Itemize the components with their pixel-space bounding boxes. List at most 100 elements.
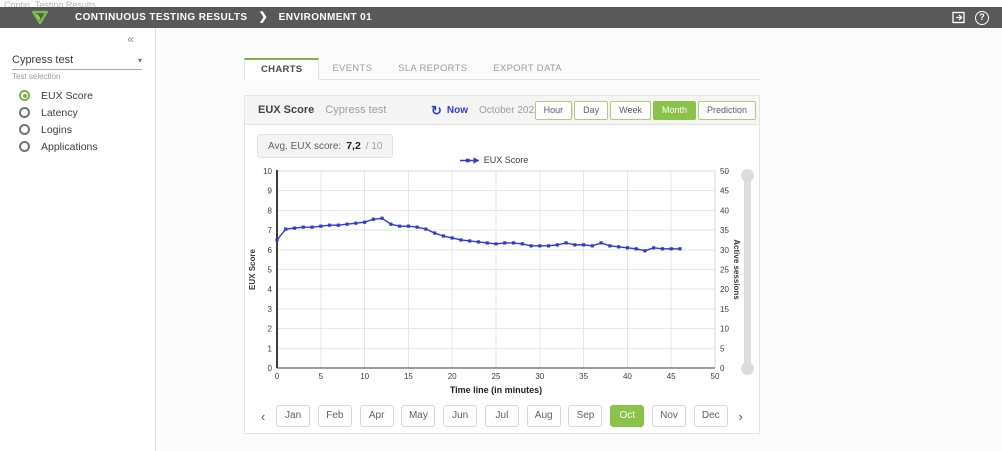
sidebar-collapse-icon[interactable]: « (127, 32, 134, 46)
period-hour-button[interactable]: Hour (535, 101, 573, 120)
svg-text:40: 40 (623, 372, 632, 381)
chart-panel-header: EUX Score Cypress test ↻ Now October 202… (245, 96, 759, 125)
breadcrumb-app-title: CONTINUOUS TESTING RESULTS (75, 12, 247, 23)
chart-panel: EUX Score Cypress test ↻ Now October 202… (244, 95, 760, 434)
metric-radio-group: EUX Score Latency Logins Applications (0, 87, 155, 155)
slider-handle-bottom[interactable] (741, 362, 754, 375)
tab-events[interactable]: EVENTS (319, 58, 385, 79)
svg-text:0: 0 (720, 364, 725, 373)
help-icon[interactable]: ? (975, 11, 989, 25)
refresh-now-button[interactable]: ↻ Now (431, 104, 468, 117)
test-select[interactable]: Cypress test ▾ (12, 54, 142, 70)
svg-text:15: 15 (404, 372, 413, 381)
tab-charts[interactable]: CHARTS (244, 58, 319, 80)
month-nov-button[interactable]: Nov (652, 405, 686, 427)
month-oct-button[interactable]: Oct (610, 405, 644, 427)
svg-text:45: 45 (667, 372, 676, 381)
svg-text:EUX Score: EUX Score (248, 248, 257, 289)
svg-text:30: 30 (535, 372, 544, 381)
svg-text:20: 20 (448, 372, 457, 381)
svg-text:5: 5 (319, 372, 324, 381)
radio-label: Applications (41, 141, 98, 153)
svg-text:10: 10 (360, 372, 369, 381)
period-day-button[interactable]: Day (574, 101, 608, 120)
svg-text:50: 50 (711, 372, 720, 381)
svg-text:2: 2 (268, 325, 273, 334)
avg-score-max: / 10 (366, 141, 383, 152)
breadcrumb-chevron-icon: ❯ (258, 10, 267, 23)
svg-text:0: 0 (275, 372, 280, 381)
period-group: HourDayWeekMonthPrediction (535, 101, 756, 120)
svg-text:10: 10 (263, 167, 272, 176)
radio-icon (19, 107, 30, 118)
svg-text:Active sessions: Active sessions (732, 239, 741, 300)
svg-text:35: 35 (720, 226, 729, 235)
svg-text:5: 5 (720, 344, 725, 353)
month-may-button[interactable]: May (401, 405, 435, 427)
chevron-down-icon: ▾ (138, 56, 142, 65)
eux-score-chart: 0123456789100510152025303540455005101520… (245, 166, 743, 401)
clipped-page-title: Contin. Testing Results (4, 0, 96, 7)
svg-text:20: 20 (720, 285, 729, 294)
sidebar-item-eux-score[interactable]: EUX Score (0, 87, 155, 104)
svg-text:10: 10 (720, 325, 729, 334)
panel-metric-title: EUX Score (258, 104, 314, 116)
exit-fullscreen-icon[interactable] (952, 11, 966, 24)
active-sessions-slider (741, 169, 754, 375)
svg-text:7: 7 (268, 226, 273, 235)
app-logo[interactable] (31, 10, 49, 25)
sidebar: « Cypress test ▾ Test selection EUX Scor… (0, 28, 156, 451)
svg-text:3: 3 (268, 305, 273, 314)
svg-text:40: 40 (720, 206, 729, 215)
months-next-button[interactable]: › (736, 409, 746, 424)
svg-text:6: 6 (268, 246, 273, 255)
radio-icon (19, 90, 30, 101)
legend-marker-icon (460, 156, 480, 165)
radio-label: Latency (41, 107, 78, 119)
main-content: CHARTSEVENTSSLA REPORTSEXPORT DATA EUX S… (157, 28, 1002, 451)
legend-label: EUX Score (484, 155, 529, 165)
svg-text:8: 8 (268, 206, 273, 215)
month-jul-button[interactable]: Jul (485, 405, 519, 427)
period-month-button[interactable]: Month (653, 101, 696, 120)
date-range-input[interactable]: October 2022 (479, 105, 540, 116)
months-prev-button[interactable]: ‹ (258, 409, 268, 424)
slider-track[interactable] (744, 175, 751, 369)
breadcrumb-environment: ENVIRONMENT 01 (279, 12, 372, 23)
svg-text:0: 0 (268, 364, 273, 373)
month-feb-button[interactable]: Feb (318, 405, 352, 427)
month-sep-button[interactable]: Sep (568, 405, 602, 427)
svg-text:45: 45 (720, 187, 729, 196)
radio-label: Logins (41, 124, 72, 136)
month-jan-button[interactable]: Jan (276, 405, 310, 427)
svg-text:25: 25 (492, 372, 501, 381)
svg-text:Time line (in minutes): Time line (in minutes) (450, 385, 542, 395)
app-header: CONTINUOUS TESTING RESULTS ❯ ENVIRONMENT… (0, 7, 1002, 28)
radio-icon (19, 124, 30, 135)
sidebar-item-latency[interactable]: Latency (0, 104, 155, 121)
svg-text:25: 25 (720, 266, 729, 275)
sidebar-item-logins[interactable]: Logins (0, 121, 155, 138)
svg-text:5: 5 (268, 266, 273, 275)
avg-score-label: Avg. EUX score: (268, 141, 341, 152)
header-actions: ? (952, 11, 989, 25)
refresh-icon: ↻ (431, 104, 442, 117)
month-apr-button[interactable]: Apr (360, 405, 394, 427)
tab-sla-reports[interactable]: SLA REPORTS (385, 58, 480, 79)
chart-legend: EUX Score (245, 155, 743, 165)
slider-handle-top[interactable] (741, 169, 754, 182)
svg-text:35: 35 (579, 372, 588, 381)
period-week-button[interactable]: Week (610, 101, 651, 120)
radio-label: EUX Score (41, 90, 93, 102)
period-prediction-button[interactable]: Prediction (698, 101, 756, 120)
month-jun-button[interactable]: Jun (443, 405, 477, 427)
app-window: Contin. Testing Results CONTINUOUS TESTI… (0, 0, 1002, 451)
radio-icon (19, 141, 30, 152)
test-select-label: Test selection (12, 72, 60, 81)
sidebar-item-applications[interactable]: Applications (0, 138, 155, 155)
svg-text:4: 4 (268, 285, 273, 294)
month-dec-button[interactable]: Dec (694, 405, 728, 427)
month-aug-button[interactable]: Aug (527, 405, 561, 427)
tab-export-data[interactable]: EXPORT DATA (480, 58, 575, 79)
month-strip: ‹ Jan Feb Apr May Jun Jul Aug Sep Oct Nov Dec › (245, 404, 759, 428)
